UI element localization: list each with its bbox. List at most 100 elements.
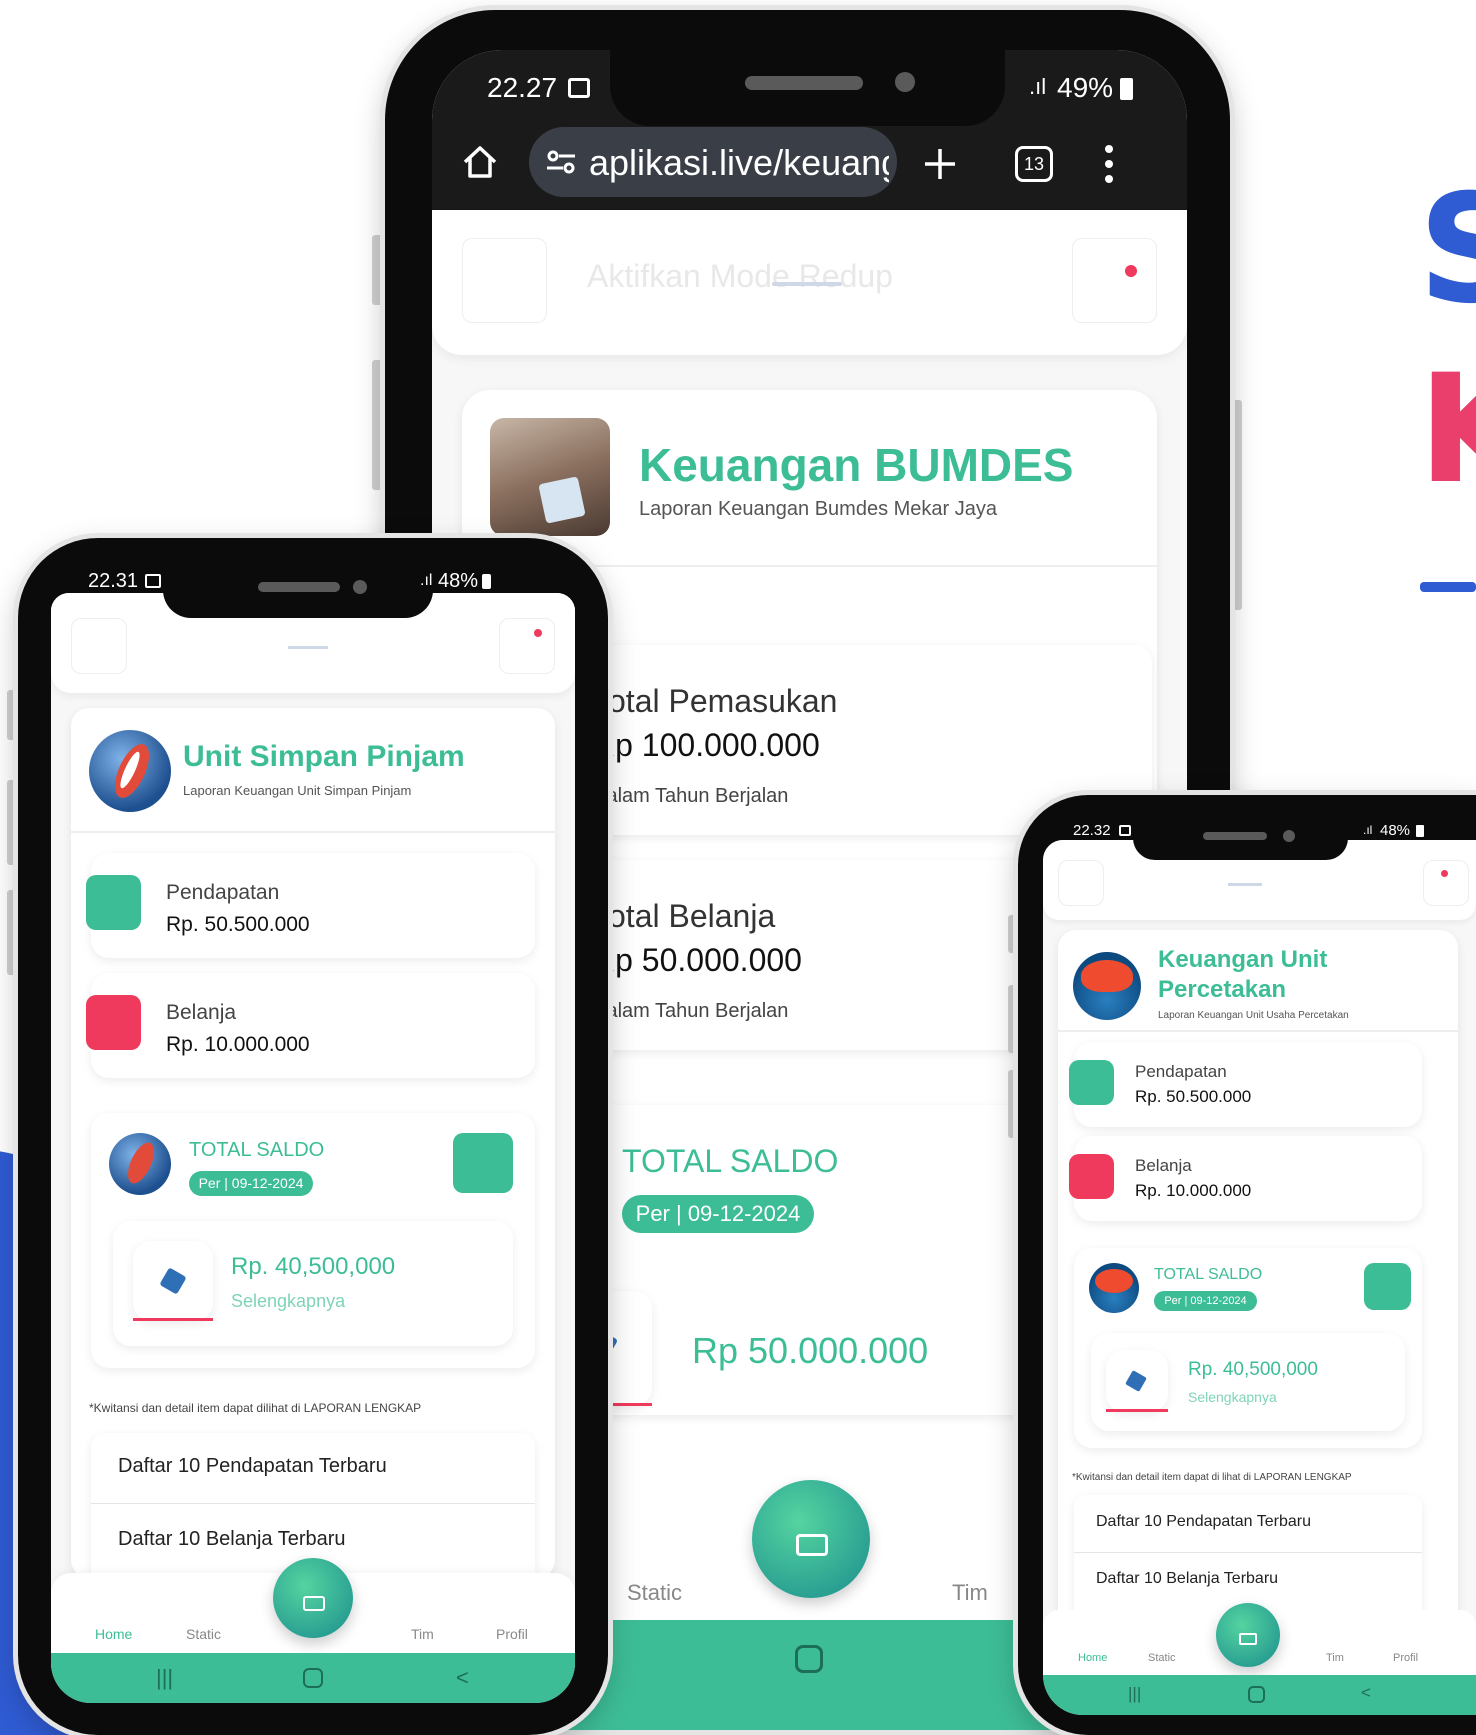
nav-static[interactable]: Static — [627, 1580, 682, 1606]
phone-side-button — [1008, 915, 1017, 953]
wallet-icon — [1125, 1370, 1147, 1392]
status-time: 22.32 — [1073, 822, 1111, 839]
menu-button[interactable] — [1058, 860, 1104, 906]
list-expense-link[interactable]: Daftar 10 Belanja Terbaru — [118, 1528, 346, 1551]
signal-icon: .ıl — [420, 572, 433, 589]
saldo-detail-card[interactable]: Rp. 40,500,000 Selengkapnya — [113, 1221, 513, 1346]
scan-payment-button[interactable] — [273, 1558, 353, 1638]
nav-profil[interactable]: Profil — [496, 1626, 528, 1642]
battery-icon — [1120, 78, 1133, 100]
income-value: Rp 100.000.000 — [592, 727, 820, 763]
nav-tim[interactable]: Tim — [952, 1580, 988, 1606]
nav-tim[interactable]: Tim — [411, 1626, 434, 1642]
saldo-date-badge: Per | 09-12-2024 — [1154, 1291, 1257, 1311]
report-note: *Kwitansi dan detail item dapat dilihat … — [89, 1401, 422, 1415]
android-recents-button[interactable]: ||| — [1128, 1684, 1141, 1704]
side-heading-letter-1: S — [1418, 163, 1476, 337]
notification-button[interactable] — [1072, 238, 1157, 323]
menu-button[interactable] — [71, 618, 127, 674]
expense-label: Total Belanja — [592, 898, 776, 934]
saldo-more-link[interactable]: Selengkapnya — [231, 1291, 345, 1312]
phone-power-button — [1232, 400, 1242, 610]
android-home-button[interactable] — [1248, 1686, 1265, 1703]
fish-logo-small — [1089, 1263, 1139, 1313]
page-subtitle: Laporan Keuangan Unit Simpan Pinjam — [183, 783, 412, 798]
saldo-label: TOTAL SALDO — [1154, 1266, 1263, 1283]
scan-payment-button[interactable] — [752, 1480, 870, 1598]
expense-value: Rp 50.000.000 — [592, 942, 802, 978]
expense-value: Rp. 10.000.000 — [166, 1033, 310, 1056]
divider — [91, 1503, 535, 1504]
android-back-button[interactable]: < — [1361, 1683, 1371, 1703]
tab-switcher-button[interactable]: 13 — [1015, 146, 1053, 182]
saldo-action-button[interactable] — [453, 1133, 513, 1193]
header-logo — [288, 646, 328, 649]
koi-logo-small — [109, 1133, 171, 1195]
scan-payment-button[interactable] — [1216, 1603, 1280, 1667]
nav-static[interactable]: Static — [1148, 1652, 1176, 1664]
koi-logo — [89, 730, 171, 812]
list-income-link[interactable]: Daftar 10 Pendapatan Terbaru — [1096, 1513, 1311, 1531]
phone-notch — [163, 566, 433, 618]
phone-side-button — [1008, 985, 1017, 1053]
expense-card: Belanja Rp. 10.000.000 — [86, 973, 535, 1078]
android-home-button[interactable] — [795, 1645, 823, 1673]
nav-home[interactable]: Home — [1078, 1652, 1107, 1664]
gallery-icon — [568, 78, 590, 98]
fish-logo — [1073, 952, 1141, 1020]
signal-icon: .ıl — [1363, 823, 1373, 837]
report-note: *Kwitansi dan detail item dapat di lihat… — [1072, 1472, 1352, 1483]
android-recents-button[interactable]: ||| — [156, 1665, 173, 1691]
app-header: Aktifkan Mode Redup — [432, 210, 1187, 355]
list-income-link[interactable]: Daftar 10 Pendapatan Terbaru — [118, 1455, 387, 1478]
nav-profil[interactable]: Profil — [1393, 1652, 1418, 1664]
notification-button[interactable] — [1423, 860, 1469, 906]
phone-notch — [610, 50, 1005, 126]
saldo-date-badge: Per | 09-12-2024 — [189, 1171, 313, 1196]
saldo-action-button[interactable] — [1364, 1263, 1411, 1310]
saldo-more-link[interactable]: Selengkapnya — [1188, 1389, 1277, 1405]
income-indicator — [86, 875, 141, 930]
page-title: Keuangan BUMDES — [639, 439, 1074, 491]
nav-tim[interactable]: Tim — [1326, 1652, 1344, 1664]
nav-static[interactable]: Static — [186, 1626, 221, 1642]
expense-note: Dalam Tahun Berjalan — [592, 1000, 789, 1022]
notification-dot — [1441, 870, 1448, 877]
phone-side-button — [372, 360, 382, 490]
dark-mode-toggle-text[interactable]: Aktifkan Mode Redup — [587, 258, 893, 295]
income-value: Rp. 50.500.000 — [1135, 1087, 1252, 1106]
phone-notch — [1133, 820, 1348, 860]
battery-icon — [1416, 825, 1424, 837]
notification-dot — [1125, 265, 1137, 277]
saldo-date-badge: Per | 09-12-2024 — [622, 1195, 814, 1233]
home-icon[interactable] — [460, 142, 500, 182]
card-payment-icon — [1239, 1633, 1257, 1645]
wallet-icon-card — [133, 1241, 213, 1321]
income-value: Rp. 50.500.000 — [166, 913, 310, 936]
url-bar[interactable]: aplikasi.live/keuang — [529, 127, 897, 197]
saldo-value: Rp. 40,500,000 — [231, 1253, 396, 1280]
bumdes-logo — [490, 418, 610, 536]
expense-label: Belanja — [166, 1001, 237, 1024]
android-home-button[interactable] — [303, 1668, 323, 1688]
saldo-value: Rp 50.000.000 — [692, 1330, 929, 1371]
site-settings-icon[interactable] — [545, 149, 577, 175]
divider — [1074, 1552, 1422, 1553]
android-back-button[interactable]: < — [456, 1665, 469, 1691]
status-battery: 49% — [1057, 72, 1114, 103]
income-label: Pendapatan — [166, 881, 280, 904]
nav-home[interactable]: Home — [95, 1626, 132, 1642]
expense-value: Rp. 10.000.000 — [1135, 1181, 1252, 1200]
saldo-card: TOTAL SALDO Per | 09-12-2024 Rp. 40,500,… — [91, 1113, 535, 1368]
status-time: 22.27 — [487, 72, 558, 103]
page-subtitle: Laporan Keuangan Unit Usaha Percetakan — [1158, 1010, 1349, 1021]
saldo-detail-card[interactable]: Rp. 40,500,000 Selengkapnya — [1091, 1333, 1405, 1431]
phone-side-button — [1008, 1070, 1017, 1138]
notification-button[interactable] — [499, 618, 555, 674]
more-options-icon[interactable] — [1104, 144, 1114, 184]
list-expense-link[interactable]: Daftar 10 Belanja Terbaru — [1096, 1570, 1278, 1588]
status-time: 22.31 — [88, 570, 139, 592]
menu-button[interactable] — [462, 238, 547, 323]
new-tab-icon[interactable] — [922, 146, 958, 182]
status-battery: 48% — [438, 570, 479, 592]
